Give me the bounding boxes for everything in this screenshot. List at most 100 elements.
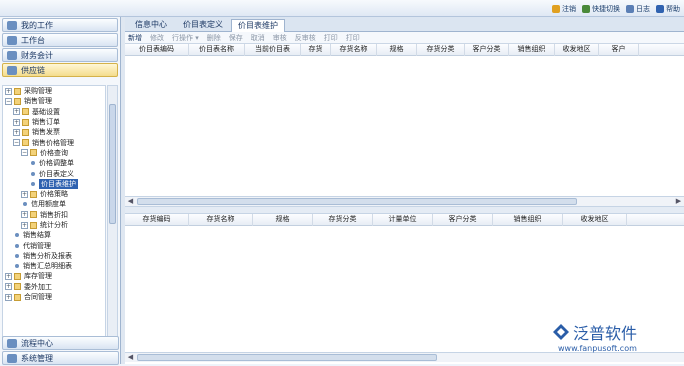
module-icon bbox=[7, 20, 17, 30]
upper-grid-header: 价目表编码 价目表名称 当前价目表 存货 存货名称 规格 存货分类 客户分类 销售组织 收发地区客… bbox=[125, 44, 684, 56]
top-link-2[interactable]: 日志 bbox=[626, 4, 650, 14]
tree-node-label: 合同管理 bbox=[24, 293, 52, 302]
accordion-0[interactable]: 我的工作 bbox=[2, 18, 118, 32]
tree-vertical-scrollbar[interactable] bbox=[107, 85, 118, 339]
bottom-accordion-1[interactable]: 系统管理 bbox=[2, 351, 119, 365]
expand-icon[interactable]: + bbox=[13, 108, 20, 116]
expand-icon[interactable]: + bbox=[21, 221, 28, 229]
top-link-label: 日志 bbox=[636, 5, 650, 13]
column-header[interactable]: 存货 bbox=[301, 44, 331, 56]
toolbar-button-7[interactable]: 反审核 bbox=[295, 33, 316, 43]
tree-scroll-thumb[interactable] bbox=[109, 104, 116, 224]
tree-node[interactable]: + 采购管理 bbox=[3, 86, 105, 96]
tree-node[interactable]: 价目表维护 bbox=[3, 178, 105, 189]
tree-node[interactable]: + 销售发票 bbox=[3, 127, 105, 137]
lower-grid-horizontal-scrollbar[interactable]: ◀ bbox=[125, 352, 684, 362]
toolbar-button-6[interactable]: 审核 bbox=[273, 33, 287, 43]
accordion-1[interactable]: 工作台 bbox=[2, 33, 118, 47]
column-header[interactable]: 价目表编码 bbox=[125, 44, 189, 56]
tree-node[interactable]: + 委外加工 bbox=[3, 282, 105, 292]
tree-node-label: 价格策略 bbox=[40, 190, 68, 199]
column-header[interactable]: 收发地区 bbox=[555, 44, 599, 56]
tree-node[interactable]: 代销管理 bbox=[3, 240, 105, 250]
tree-node-label: 委外加工 bbox=[24, 282, 52, 291]
tree-node[interactable]: + 统计分析 bbox=[3, 220, 105, 230]
tree-node[interactable]: + 销售折扣 bbox=[3, 210, 105, 220]
tree-node[interactable]: 销售分析及报表 bbox=[3, 251, 105, 261]
column-header[interactable]: 客户分类 bbox=[465, 44, 509, 56]
column-header[interactable]: 存货分类 bbox=[313, 214, 373, 226]
column-header[interactable]: 规格 bbox=[377, 44, 417, 56]
toolbar-button-2[interactable]: 行操作 ▾ bbox=[172, 33, 199, 43]
accordion-3[interactable]: 供应链 bbox=[2, 63, 118, 77]
expand-icon[interactable]: + bbox=[13, 118, 20, 126]
scroll-left-arrow-icon[interactable]: ◀ bbox=[126, 197, 135, 206]
expand-icon[interactable]: + bbox=[5, 283, 12, 291]
column-header[interactable]: 销售组织 bbox=[509, 44, 555, 56]
top-link-3[interactable]: 帮助 bbox=[656, 4, 680, 14]
collapse-icon[interactable]: − bbox=[5, 97, 12, 105]
column-header[interactable]: 客户 bbox=[599, 44, 639, 56]
upper-grid-horizontal-scrollbar[interactable]: ◀ ▶ bbox=[125, 196, 684, 206]
column-header[interactable]: 当前价目表 bbox=[245, 44, 301, 56]
expand-icon[interactable]: + bbox=[5, 87, 12, 95]
tree-node[interactable]: + 基础设置 bbox=[3, 107, 105, 117]
accordion-2[interactable]: 财务会计 bbox=[2, 48, 118, 62]
top-link-0[interactable]: 注销 bbox=[552, 4, 576, 14]
folder-icon bbox=[14, 283, 21, 291]
column-header[interactable]: 存货名称 bbox=[189, 214, 253, 226]
expand-icon[interactable]: + bbox=[13, 128, 20, 136]
tree-node[interactable]: 信用额度单 bbox=[3, 199, 105, 209]
tab-0[interactable]: 信息中心 bbox=[129, 19, 173, 32]
tab-2[interactable]: 价目表维护 bbox=[231, 19, 285, 32]
tab-1[interactable]: 价目表定义 bbox=[177, 19, 229, 32]
upper-scroll-thumb[interactable] bbox=[137, 198, 577, 205]
toolbar-button-9[interactable]: 打印 bbox=[346, 33, 360, 43]
expand-icon[interactable]: + bbox=[21, 190, 28, 198]
tree-node[interactable]: − 价格查询 bbox=[3, 148, 105, 158]
column-header[interactable]: 存货分类 bbox=[417, 44, 465, 56]
column-header[interactable]: 价目表名称 bbox=[189, 44, 245, 56]
expand-icon[interactable]: + bbox=[5, 293, 12, 301]
column-header[interactable]: 存货编码 bbox=[125, 214, 189, 226]
collapse-icon[interactable]: − bbox=[21, 149, 28, 157]
column-header[interactable]: 规格 bbox=[253, 214, 313, 226]
collapse-icon[interactable]: − bbox=[13, 139, 20, 147]
toolbar-button-8[interactable]: 打印 bbox=[324, 33, 338, 43]
tree-node-label: 信用额度单 bbox=[31, 200, 66, 209]
column-header[interactable]: 收发地区 bbox=[563, 214, 627, 226]
tree-node[interactable]: 价目表定义 bbox=[3, 168, 105, 178]
top-link-icon bbox=[626, 5, 634, 13]
scroll-right-arrow-icon[interactable]: ▶ bbox=[674, 197, 683, 206]
toolbar-button-5[interactable]: 取消 bbox=[251, 33, 265, 43]
toolbar-button-3[interactable]: 删除 bbox=[207, 33, 221, 43]
accordion-label: 我的工作 bbox=[21, 20, 53, 30]
tree-node[interactable]: + 合同管理 bbox=[3, 292, 105, 302]
tree-node-label: 销售汇总明细表 bbox=[23, 262, 72, 271]
tree-node[interactable]: + 库存管理 bbox=[3, 271, 105, 281]
column-header[interactable]: 销售组织 bbox=[493, 214, 563, 226]
scroll-left-arrow-icon[interactable]: ◀ bbox=[126, 353, 135, 362]
tree-node[interactable]: − 销售价格管理 bbox=[3, 137, 105, 147]
expand-icon[interactable]: + bbox=[5, 272, 12, 280]
grid-splitter[interactable] bbox=[125, 206, 684, 214]
tree-node[interactable]: − 销售管理 bbox=[3, 96, 105, 106]
expand-icon[interactable]: + bbox=[21, 211, 28, 219]
tree-node-label: 销售订单 bbox=[32, 118, 60, 127]
lower-scroll-thumb[interactable] bbox=[137, 354, 437, 361]
column-header[interactable]: 客户分类 bbox=[433, 214, 493, 226]
toolbar-button-4[interactable]: 保存 bbox=[229, 33, 243, 43]
top-bar: 注销 快捷切换 日志 帮助 bbox=[0, 0, 684, 17]
tree-node[interactable]: 价格调整单 bbox=[3, 158, 105, 168]
tree-node[interactable]: + 销售订单 bbox=[3, 117, 105, 127]
toolbar-button-0[interactable]: 新增 bbox=[128, 33, 142, 43]
bottom-accordion-0[interactable]: 流程中心 bbox=[2, 336, 119, 350]
column-header[interactable]: 存货名称 bbox=[331, 44, 377, 56]
column-header[interactable]: 计量单位 bbox=[373, 214, 433, 226]
tree-node[interactable]: + 价格策略 bbox=[3, 189, 105, 199]
tree-node[interactable]: 销售汇总明细表 bbox=[3, 261, 105, 271]
toolbar-button-1[interactable]: 修改 bbox=[150, 33, 164, 43]
tree-node[interactable]: 销售结算 bbox=[3, 230, 105, 240]
accordion-label: 系统管理 bbox=[21, 353, 53, 363]
top-link-1[interactable]: 快捷切换 bbox=[582, 4, 620, 14]
